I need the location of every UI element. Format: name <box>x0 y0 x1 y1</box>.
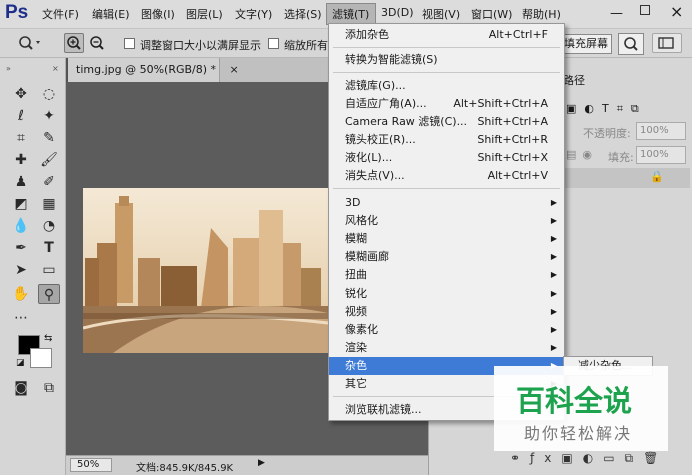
lasso-tool-icon[interactable]: ℓ <box>10 106 32 126</box>
edit-toolbar-icon[interactable]: ⋯ <box>10 308 32 328</box>
eyedropper-icon[interactable]: ✎ <box>38 128 60 148</box>
move-tool-icon[interactable]: ✥ <box>10 84 32 104</box>
zoom-out-button[interactable] <box>87 33 107 53</box>
background-layer-row[interactable] <box>563 168 690 188</box>
status-menu-arrow-icon[interactable]: ▶ <box>258 458 265 468</box>
photoshop-logo: Ps <box>5 2 29 23</box>
status-bar <box>66 455 428 475</box>
elliptical-marquee-icon[interactable]: ◌ <box>38 84 60 104</box>
opacity-input[interactable]: 100% <box>636 122 686 140</box>
document-tab-title: timg.jpg @ 50%(RGB/8) * <box>76 63 217 76</box>
menu-item-blur-gallery[interactable]: 模糊画廊 ▶ <box>329 248 564 266</box>
menu-item-add-noise[interactable]: 添加杂色 Alt+Ctrl+F <box>329 26 564 44</box>
menu-item-vanishing-point[interactable]: 消失点(V)... Alt+Ctrl+V <box>329 167 564 185</box>
fill-label: 填充: <box>608 151 634 164</box>
menu-item-3d[interactable]: 3D ▶ <box>329 194 564 212</box>
clone-stamp-icon[interactable]: ♟ <box>10 172 32 192</box>
menu-item-lens-correction[interactable]: 镜头校正(R)... Shift+Ctrl+R <box>329 131 564 149</box>
zoom-all-checkbox[interactable] <box>268 38 279 49</box>
city-skyline-image <box>82 188 329 356</box>
menu-item-distort[interactable]: 扭曲 ▶ <box>329 266 564 284</box>
lock-icons[interactable]: ▤◉ <box>566 148 598 161</box>
crop-tool-icon[interactable]: ⌗ <box>10 128 32 148</box>
path-selection-icon[interactable]: ➤ <box>10 260 32 280</box>
document-tab[interactable]: timg.jpg @ 50%(RGB/8) * × <box>68 58 239 82</box>
menu-window[interactable]: 窗口(W) <box>471 6 512 22</box>
zoom-tool-icon[interactable]: ⚲ <box>38 284 60 304</box>
document-info: 文档:845.9K/845.9K <box>136 463 234 474</box>
menu-item-video[interactable]: 视频 ▶ <box>329 303 564 321</box>
menu-filter[interactable]: 滤镜(T) <box>332 6 369 22</box>
background-color-swatch[interactable] <box>30 348 52 368</box>
watermark-subtitle: 助你轻松解决 <box>524 424 633 443</box>
type-tool-icon[interactable]: T <box>38 238 60 258</box>
menu-item-pixelate[interactable]: 像素化 ▶ <box>329 321 564 339</box>
dodge-tool-icon[interactable]: ◔ <box>38 216 60 236</box>
fill-screen-button[interactable]: 填充屏幕 <box>560 34 612 54</box>
search-icon[interactable] <box>618 33 644 55</box>
resize-windows-label: 调整窗口大小以满屏显示 <box>140 39 261 52</box>
svg-text:»: » <box>6 65 11 71</box>
zoom-all-label: 缩放所有 <box>284 39 328 52</box>
close-icon[interactable]: × <box>670 2 683 21</box>
minimize-icon[interactable]: — <box>610 6 623 21</box>
menu-image[interactable]: 图像(I) <box>141 6 175 22</box>
quick-mask-icon[interactable]: ◙ <box>10 378 32 398</box>
hand-tool-icon[interactable]: ✋ <box>10 284 32 304</box>
rectangle-tool-icon[interactable]: ▭ <box>38 260 60 280</box>
filter-menu: 添加杂色 Alt+Ctrl+F 转换为智能滤镜(S) 滤镜库(G)... 自适应广… <box>328 23 565 421</box>
history-brush-icon[interactable]: ✐ <box>38 172 60 192</box>
menu-item-blur[interactable]: 模糊 ▶ <box>329 230 564 248</box>
svg-text:×: × <box>52 65 59 71</box>
close-tab-icon[interactable]: × <box>230 63 239 76</box>
menu-type[interactable]: 文字(Y) <box>235 6 272 22</box>
menu-item-adaptive-wide-angle[interactable]: 自适应广角(A)... Alt+Shift+Ctrl+A <box>329 95 564 113</box>
menu-3d[interactable]: 3D(D) <box>381 6 414 19</box>
menu-select[interactable]: 选择(S) <box>284 6 322 22</box>
menu-view[interactable]: 视图(V) <box>422 6 460 22</box>
fill-input[interactable]: 100% <box>636 146 686 164</box>
magic-wand-icon[interactable]: ✦ <box>38 106 60 126</box>
menu-item-sharpen[interactable]: 锐化 ▶ <box>329 285 564 303</box>
layer-actions-icons[interactable]: ⚭ƒx▣◐▭⧉🗑 <box>510 451 668 466</box>
eraser-tool-icon[interactable]: ◩ <box>10 194 32 214</box>
swap-colors-icon[interactable]: ⇆ <box>44 333 52 344</box>
lock-icon: 🔒 <box>650 170 664 183</box>
maximize-icon[interactable] <box>640 5 650 15</box>
brush-tool-icon[interactable]: 🖌 <box>38 150 60 170</box>
zoom-tool-preset-icon[interactable] <box>18 35 44 54</box>
menu-item-render[interactable]: 渲染 ▶ <box>329 339 564 357</box>
menu-item-liquify[interactable]: 液化(L)... Shift+Ctrl+X <box>329 149 564 167</box>
resize-windows-checkbox[interactable] <box>124 38 135 49</box>
gradient-tool-icon[interactable]: ▦ <box>38 194 60 214</box>
toolbar-collapse-icon[interactable]: » × <box>6 61 60 73</box>
menu-layer[interactable]: 图层(L) <box>186 6 223 22</box>
opacity-label: 不透明度: <box>583 127 631 140</box>
watermark-title: 百科全说 <box>516 384 633 418</box>
menu-file[interactable]: 文件(F) <box>42 6 79 22</box>
menu-edit[interactable]: 编辑(E) <box>92 6 130 22</box>
pen-tool-icon[interactable]: ✒ <box>10 238 32 258</box>
workspace-switcher-icon[interactable] <box>652 33 682 53</box>
paths-tab[interactable]: 路径 <box>563 72 585 88</box>
menu-item-camera-raw[interactable]: Camera Raw 滤镜(C)... Shift+Ctrl+A <box>329 113 564 131</box>
menu-item-filter-gallery[interactable]: 滤镜库(G)... <box>329 77 564 95</box>
blur-tool-icon[interactable]: 💧 <box>10 216 32 236</box>
default-colors-icon[interactable]: ◪ <box>16 358 25 368</box>
menu-help[interactable]: 帮助(H) <box>522 6 561 22</box>
layer-filter-icons[interactable]: ▣◐T⌗⧉ <box>566 102 647 116</box>
zoom-level-field[interactable]: 50% <box>70 458 112 472</box>
zoom-in-button[interactable] <box>64 33 84 53</box>
healing-brush-icon[interactable]: ✚ <box>10 150 32 170</box>
menu-item-stylize[interactable]: 风格化 ▶ <box>329 212 564 230</box>
screen-mode-icon[interactable]: ⧉ <box>38 378 60 398</box>
menu-item-convert-smart-filter[interactable]: 转换为智能滤镜(S) <box>329 51 564 69</box>
